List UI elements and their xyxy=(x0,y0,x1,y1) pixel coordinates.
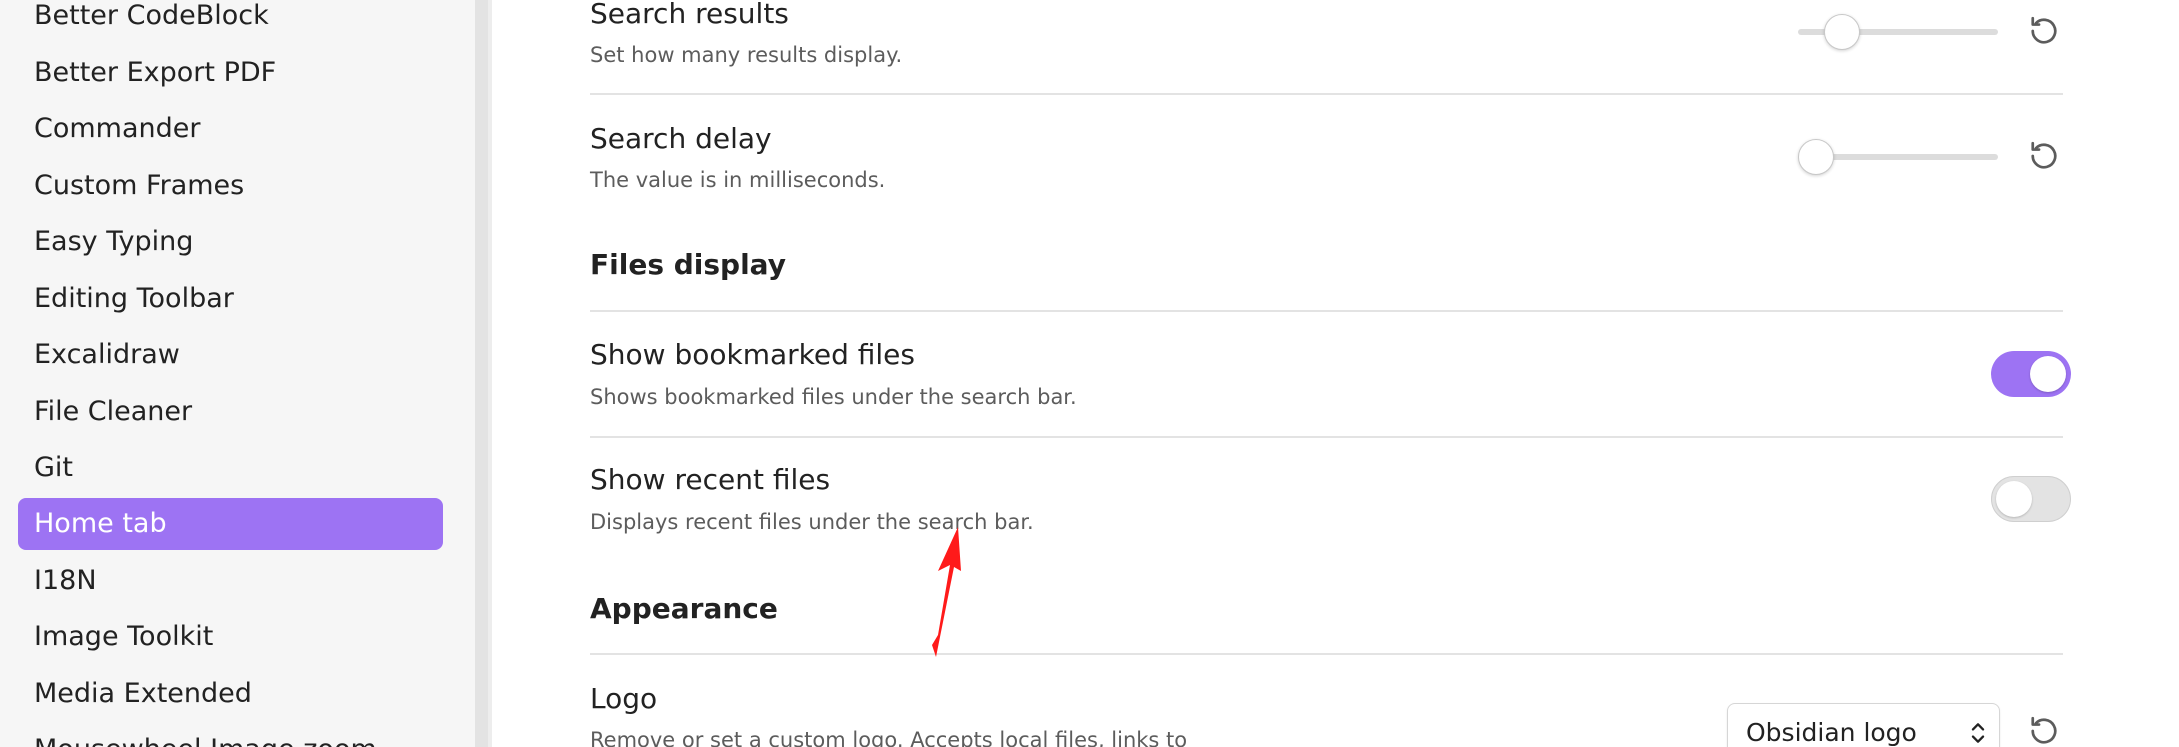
setting-name-show-recent: Show recent files xyxy=(590,463,831,496)
reset-icon[interactable] xyxy=(2026,138,2062,174)
sidebar-item-custom-frames[interactable]: Custom Frames xyxy=(18,160,443,212)
reset-icon[interactable] xyxy=(2026,713,2062,747)
setting-desc-search-results: Set how many results display. xyxy=(590,43,903,67)
slider-thumb[interactable] xyxy=(1798,139,1834,175)
sidebar-scrollbar[interactable] xyxy=(475,0,488,747)
section-divider xyxy=(590,653,2063,655)
annotation-arrow-icon xyxy=(932,527,961,657)
reset-icon[interactable] xyxy=(2026,13,2062,49)
section-heading-appearance: Appearance xyxy=(590,592,778,625)
sidebar-item-editing-toolbar[interactable]: Editing Toolbar xyxy=(18,273,443,325)
logo-dropdown-value: Obsidian logo xyxy=(1746,718,1917,747)
settings-content: Search results Set how many results disp… xyxy=(492,0,2179,747)
show-recent-toggle[interactable] xyxy=(1991,476,2071,522)
setting-divider xyxy=(590,436,2063,438)
section-divider xyxy=(590,310,2063,312)
setting-name-search-results: Search results xyxy=(590,0,789,30)
search-results-slider[interactable] xyxy=(1798,14,1998,50)
sidebar-item-mousewheel-image-zoom[interactable]: Mousewheel Image zoom xyxy=(18,724,443,747)
sidebar-item-excalidraw[interactable]: Excalidraw xyxy=(18,329,443,381)
section-heading-files-display: Files display xyxy=(590,248,786,281)
settings-sidebar: Better CodeBlock Better Export PDF Comma… xyxy=(0,0,475,747)
sidebar-item-media-extended[interactable]: Media Extended xyxy=(18,668,443,720)
settings-window: Better CodeBlock Better Export PDF Comma… xyxy=(0,0,2179,747)
sidebar-item-git[interactable]: Git xyxy=(18,442,443,494)
sidebar-item-i18n[interactable]: I18N xyxy=(18,555,443,607)
setting-divider xyxy=(590,93,2063,95)
sidebar-item-easy-typing[interactable]: Easy Typing xyxy=(18,216,443,268)
sidebar-item-file-cleaner[interactable]: File Cleaner xyxy=(18,386,443,438)
setting-name-search-delay: Search delay xyxy=(590,122,772,155)
sidebar-item-image-toolkit[interactable]: Image Toolkit xyxy=(18,611,443,663)
sidebar-item-home-tab[interactable]: Home tab xyxy=(18,498,443,550)
toggle-knob xyxy=(1996,481,2032,517)
setting-desc-search-delay: The value is in milliseconds. xyxy=(590,168,886,192)
setting-desc-show-bookmarked: Shows bookmarked files under the search … xyxy=(590,385,1077,409)
show-bookmarked-toggle[interactable] xyxy=(1991,351,2071,397)
sidebar-item-better-export-pdf[interactable]: Better Export PDF xyxy=(18,47,443,99)
toggle-knob xyxy=(2030,356,2066,392)
slider-thumb[interactable] xyxy=(1824,14,1860,50)
setting-desc-logo: Remove or set a custom logo. Accepts loc… xyxy=(590,728,1188,747)
setting-name-show-bookmarked: Show bookmarked files xyxy=(590,338,915,371)
chevron-up-down-icon xyxy=(1971,723,1985,743)
sidebar-item-commander[interactable]: Commander xyxy=(18,103,443,155)
sidebar-item-better-codeblock[interactable]: Better CodeBlock xyxy=(18,0,443,42)
search-delay-slider[interactable] xyxy=(1798,139,1998,175)
setting-name-logo: Logo xyxy=(590,682,658,715)
logo-dropdown[interactable]: Obsidian logo xyxy=(1727,703,2000,747)
